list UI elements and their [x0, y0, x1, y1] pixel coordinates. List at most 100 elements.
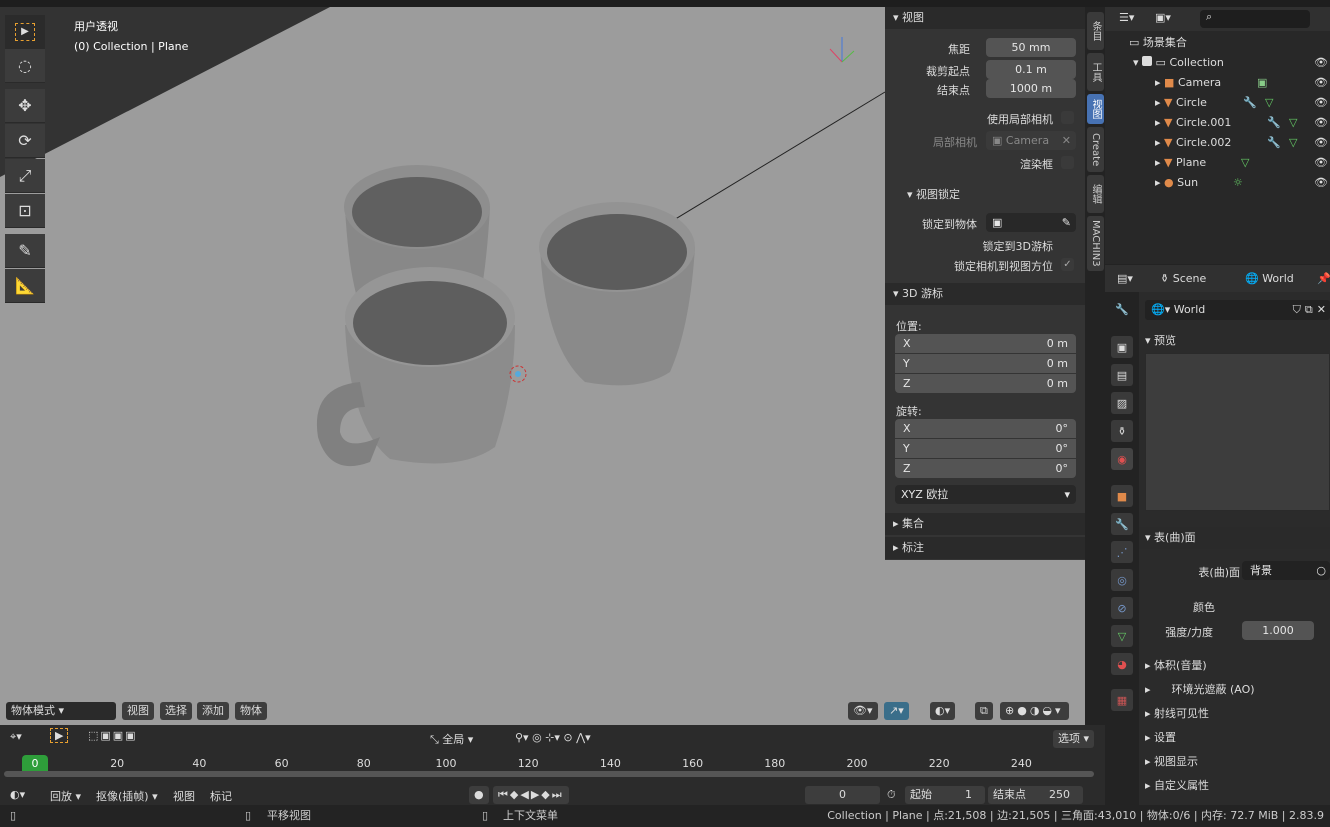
selection-mode-icons[interactable]: ⬚▣▣▣	[88, 729, 138, 742]
outliner-item-circle-002[interactable]: ▸ ▼ Circle.002 🔧 ▽ 👁	[1105, 133, 1330, 153]
rotation-x[interactable]: X 0°	[895, 419, 1076, 438]
menu-view[interactable]: 视图	[122, 702, 154, 720]
world-actions[interactable]: ⛉⧉✕	[1293, 300, 1330, 320]
tab-tool[interactable]: 工具	[1087, 53, 1104, 91]
lock-camera-checkbox[interactable]: ✓	[1061, 258, 1074, 271]
rotation-z[interactable]: Z 0°	[895, 459, 1076, 478]
xray-toggle[interactable]: ⧉	[975, 702, 993, 720]
shading-modes[interactable]: ⊕●◑◒▾	[1000, 702, 1069, 720]
focal-field[interactable]: 50 mm	[986, 38, 1076, 57]
stopwatch-icon[interactable]: ⏱	[887, 788, 896, 802]
local-camera-checkbox[interactable]	[1061, 111, 1074, 124]
move-tool[interactable]: ✥	[5, 89, 45, 123]
tab-item[interactable]: 条目	[1087, 12, 1104, 50]
cursor-tool[interactable]: ◌	[5, 49, 45, 83]
rotate-tool[interactable]: ⟳	[5, 124, 45, 158]
current-frame-field[interactable]: 0	[805, 786, 880, 804]
material-tab[interactable]: ◕	[1111, 653, 1133, 675]
texture-tab[interactable]: ▦	[1111, 689, 1133, 711]
editor-type-icon[interactable]: ⌖▾	[10, 730, 22, 744]
menu-keying[interactable]: 抠像(插帧) ▾	[96, 788, 158, 804]
rotation-mode-select[interactable]: XYZ 欧拉 ▾	[895, 485, 1076, 504]
editor-type-icon[interactable]: ▤▾	[1117, 265, 1133, 292]
start-frame-field[interactable]: 起始 1	[905, 786, 985, 804]
constraints-tab[interactable]: ⊘	[1111, 597, 1133, 619]
section-collections[interactable]: ▸ 集合	[885, 513, 1085, 535]
modifier-tab[interactable]: 🔧	[1111, 513, 1133, 535]
eye-icon[interactable]: 👁	[1314, 153, 1328, 173]
section-annotations[interactable]: ▸ 标注	[885, 537, 1085, 559]
pin-icon[interactable]: 📌	[1317, 265, 1330, 292]
scale-tool[interactable]: ⤢	[5, 159, 45, 193]
render-tab[interactable]: ▣	[1111, 336, 1133, 358]
visibility-button[interactable]: 👁▾	[848, 702, 878, 720]
mesh-data-tab[interactable]: ▽	[1111, 625, 1133, 647]
outliner-item-circle[interactable]: ▸ ▼ Circle 🔧 ▽ 👁	[1105, 93, 1330, 113]
scene-tab[interactable]: ⚱	[1111, 420, 1133, 442]
local-camera-field[interactable]: ▣ Camera ✕	[986, 131, 1076, 150]
section-surface[interactable]: ▾ 表(曲)面	[1139, 527, 1330, 549]
filter-icon[interactable]: ▣▾	[1155, 11, 1171, 24]
end-frame-field[interactable]: 结束点 250	[988, 786, 1083, 804]
output-tab[interactable]: ▤	[1111, 364, 1133, 386]
menu-playback[interactable]: 回放 ▾	[50, 788, 81, 804]
section-settings[interactable]: ▸ 设置	[1145, 726, 1255, 750]
eye-icon[interactable]: 👁	[1314, 53, 1328, 73]
section-preview[interactable]: ▾ 预览	[1145, 331, 1176, 351]
eyedropper-icon[interactable]: ✎	[1062, 213, 1076, 232]
outliner-item-collection[interactable]: ▾ ▭ Collection 👁	[1105, 53, 1330, 73]
location-z[interactable]: Z0 m	[895, 374, 1076, 393]
location-y[interactable]: Y0 m	[895, 354, 1076, 373]
outliner-item-plane[interactable]: ▸ ▼ Plane ▽ 👁	[1105, 153, 1330, 173]
view-layer-tab[interactable]: ▨	[1111, 392, 1133, 414]
location-x[interactable]: X0 m	[895, 334, 1076, 353]
world-breadcrumb[interactable]: 🌐 World	[1245, 265, 1294, 292]
tool-tab[interactable]: 🔧	[1111, 298, 1133, 320]
outliner-root[interactable]: ▭ 场景集合	[1105, 33, 1330, 53]
overlay-toggle[interactable]: ◐▾	[930, 702, 956, 720]
tab-machin3[interactable]: MACHIN3	[1087, 216, 1104, 271]
eye-icon[interactable]: 👁	[1314, 173, 1328, 193]
menu-view[interactable]: 视图	[173, 788, 195, 804]
surface-field[interactable]: 背景 ○	[1242, 561, 1330, 580]
menu-marker[interactable]: 标记	[210, 788, 232, 804]
particles-tab[interactable]: ⋰	[1111, 541, 1133, 563]
eye-icon[interactable]: 👁	[1314, 73, 1328, 93]
eye-icon[interactable]: 👁	[1314, 133, 1328, 153]
tab-create[interactable]: Create	[1087, 127, 1104, 172]
annotate-tool[interactable]: ✎	[5, 234, 45, 268]
world-selector[interactable]: 🌐▾ World ⛉⧉✕	[1145, 300, 1330, 320]
playback-icon[interactable]: ◐▾	[10, 788, 25, 801]
section-view[interactable]: ▾ 视图	[885, 7, 1085, 29]
select-tool-icon[interactable]: ▶	[50, 728, 69, 743]
menu-select[interactable]: 选择	[160, 702, 192, 720]
keying-icons[interactable]: ⚲▾ ◎ ⊹▾ ⊙ ⋀▾	[515, 731, 591, 744]
section-ao[interactable]: ▸ 环境光遮蔽 (AO)	[1145, 678, 1255, 702]
render-region-checkbox[interactable]	[1061, 156, 1074, 169]
physics-tab[interactable]: ◎	[1111, 569, 1133, 591]
clear-icon[interactable]: ✕	[1062, 131, 1076, 150]
section-view-lock[interactable]: ▾ 视图锁定	[907, 186, 960, 202]
tab-view[interactable]: 视图	[1087, 94, 1104, 124]
checkbox[interactable]	[1142, 56, 1153, 66]
section-ray-visibility[interactable]: ▸ 射线可见性	[1145, 702, 1255, 726]
eye-icon[interactable]: 👁	[1314, 113, 1328, 133]
gizmo-toggle[interactable]: ↗▾	[884, 702, 909, 720]
strength-field[interactable]: 1.000	[1242, 621, 1314, 640]
outliner-item-camera[interactable]: ▸ ■ Camera ▣ 👁	[1105, 73, 1330, 93]
section-viewport-display[interactable]: ▸ 视图显示	[1145, 750, 1255, 774]
timeline-scrollbar[interactable]	[4, 771, 1094, 777]
clip-start-field[interactable]: 0.1 m	[986, 60, 1076, 79]
rotation-y[interactable]: Y 0°	[895, 439, 1076, 458]
lock-object-field[interactable]: ▣ ✎	[986, 213, 1076, 232]
section-custom-props[interactable]: ▸ 自定义属性	[1145, 774, 1255, 798]
menu-add[interactable]: 添加	[197, 702, 229, 720]
menu-object[interactable]: 物体	[235, 702, 267, 720]
transform-tool[interactable]: ⊡	[5, 194, 45, 228]
options-button[interactable]: 选项 ▾	[1053, 730, 1095, 748]
world-tab[interactable]: ◉	[1111, 448, 1133, 470]
mode-select[interactable]: 物体模式 ▾	[6, 702, 116, 720]
measure-tool[interactable]: 📐	[5, 269, 45, 303]
playback-controls[interactable]: ⏮◆◀▶◆⏭	[493, 786, 569, 804]
section-3d-cursor[interactable]: ▾ 3D 游标	[885, 283, 1085, 305]
